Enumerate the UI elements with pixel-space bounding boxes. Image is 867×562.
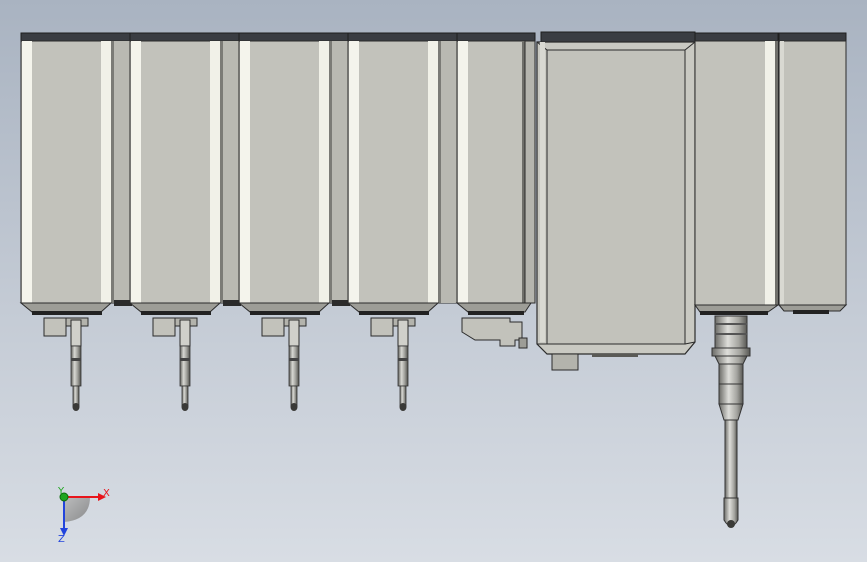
probe-stylus xyxy=(70,345,82,411)
orientation-triad[interactable]: X Y Z xyxy=(57,486,110,545)
main-sensor-module[interactable] xyxy=(694,32,780,528)
probe-stylus xyxy=(288,345,300,411)
module-highlight xyxy=(22,41,32,303)
sensor-module-2[interactable] xyxy=(128,32,242,411)
main-probe xyxy=(711,315,751,528)
y-axis-label: Y xyxy=(57,486,65,497)
sensor-module-3[interactable] xyxy=(237,32,351,411)
side-module[interactable] xyxy=(777,32,848,314)
probe-stylus xyxy=(179,345,191,411)
sensor-module-1[interactable] xyxy=(19,32,133,411)
controller-unit[interactable] xyxy=(536,31,696,371)
cad-viewport[interactable]: X Y Z xyxy=(0,0,867,562)
z-axis-label: Z xyxy=(58,534,65,545)
triad-shading xyxy=(64,497,90,522)
x-axis-label: X xyxy=(103,488,110,499)
sensor-module-4[interactable] xyxy=(346,32,460,411)
probe-stylus xyxy=(397,345,409,411)
end-module[interactable] xyxy=(455,32,536,349)
